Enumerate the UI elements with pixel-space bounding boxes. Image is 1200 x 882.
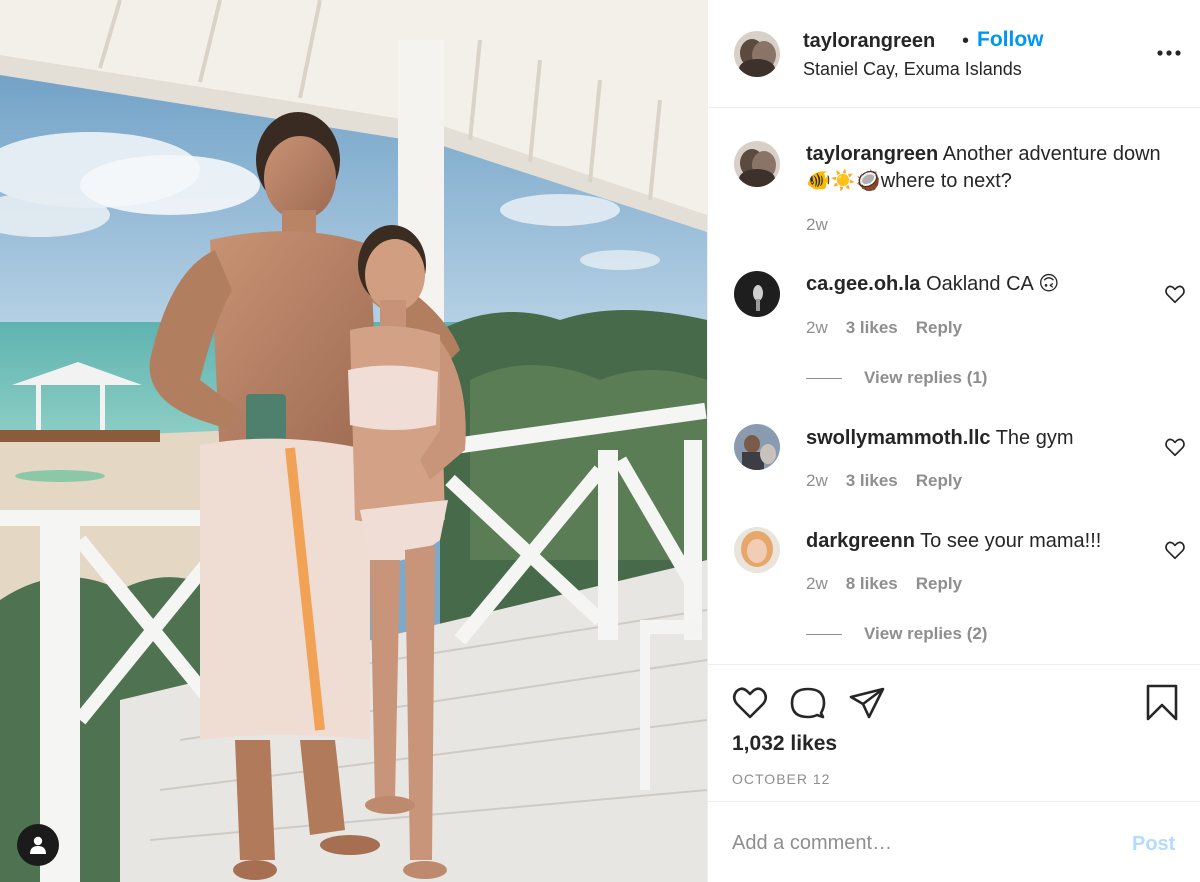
- comment-like-icon[interactable]: [1164, 283, 1186, 305]
- comment-username[interactable]: swollymammoth.llc: [806, 427, 991, 449]
- paper-plane-icon[interactable]: [847, 683, 887, 723]
- view-replies-button[interactable]: View replies (2): [806, 624, 987, 644]
- divider-line: [806, 377, 842, 379]
- bookmark-icon[interactable]: [1142, 683, 1182, 723]
- avatar[interactable]: [734, 141, 780, 187]
- avatar[interactable]: [734, 527, 780, 573]
- comment-username[interactable]: darkgreenn: [806, 530, 915, 552]
- comment-meta: 2w 3 likes Reply: [806, 471, 962, 491]
- reply-button[interactable]: Reply: [916, 318, 962, 338]
- post-photo[interactable]: [0, 0, 707, 882]
- heart-icon[interactable]: [730, 683, 770, 723]
- reply-button[interactable]: Reply: [916, 574, 962, 594]
- comment-bubble-icon[interactable]: [788, 683, 828, 723]
- post-header: taylorangreen • Follow Staniel Cay, Exum…: [708, 0, 1200, 108]
- post-actions: 1,032 likes OCTOBER 12: [708, 664, 1200, 802]
- post-side-panel: taylorangreen • Follow Staniel Cay, Exum…: [707, 0, 1200, 882]
- post-author-username[interactable]: taylorangreen: [803, 30, 935, 53]
- separator-dot: •: [962, 30, 970, 52]
- comment-likes[interactable]: 8 likes: [846, 574, 898, 594]
- comments-section[interactable]: taylorangreen Another adventure down🐠☀️🥥…: [708, 108, 1200, 664]
- comment-like-icon[interactable]: [1164, 436, 1186, 458]
- avatar[interactable]: [734, 271, 780, 317]
- comment-meta: 2w 8 likes Reply: [806, 574, 962, 594]
- comment-meta: 2w 3 likes Reply: [806, 318, 962, 338]
- view-replies-label: View replies (2): [864, 624, 988, 643]
- comment-text: The gym: [995, 427, 1074, 449]
- caption-age[interactable]: 2w: [806, 215, 828, 235]
- comment-age[interactable]: 2w: [806, 318, 828, 338]
- avatar-image: [734, 271, 780, 317]
- avatar-image: [734, 424, 780, 470]
- caption-meta: 2w: [806, 215, 828, 235]
- comment-text: Oakland CA 🙃: [926, 273, 1060, 295]
- more-horizontal-icon: [1157, 50, 1181, 56]
- reply-button[interactable]: Reply: [916, 471, 962, 491]
- avatar[interactable]: [734, 424, 780, 470]
- comment: ca.gee.oh.la Oakland CA 🙃: [806, 271, 1166, 298]
- divider-line: [806, 633, 842, 635]
- comment-age[interactable]: 2w: [806, 471, 828, 491]
- comment: darkgreenn To see your mama!!!: [806, 528, 1166, 555]
- view-replies-button[interactable]: View replies (1): [806, 368, 987, 388]
- person-icon: [30, 836, 46, 854]
- caption-username[interactable]: taylorangreen: [806, 143, 938, 165]
- comment-age[interactable]: 2w: [806, 574, 828, 594]
- avatar-image: [734, 141, 780, 187]
- avatar[interactable]: [734, 31, 780, 77]
- more-options-button[interactable]: [1152, 36, 1186, 70]
- post-location[interactable]: Staniel Cay, Exuma Islands: [803, 59, 1022, 80]
- add-comment-bar: Post: [708, 802, 1200, 882]
- likes-count[interactable]: 1,032 likes: [732, 732, 837, 756]
- comment-like-icon[interactable]: [1164, 539, 1186, 561]
- comment-username[interactable]: ca.gee.oh.la: [806, 273, 921, 295]
- caption: taylorangreen Another adventure down🐠☀️🥥…: [806, 141, 1166, 195]
- avatar-image: [734, 31, 780, 77]
- follow-button[interactable]: Follow: [977, 28, 1044, 52]
- beach-porch-photo: [0, 0, 707, 882]
- view-replies-label: View replies (1): [864, 368, 988, 387]
- tagged-users-button[interactable]: [17, 824, 59, 866]
- post-comment-button[interactable]: Post: [1132, 833, 1175, 856]
- post-date[interactable]: OCTOBER 12: [732, 771, 830, 787]
- comment-likes[interactable]: 3 likes: [846, 471, 898, 491]
- comment-likes[interactable]: 3 likes: [846, 318, 898, 338]
- comment-input[interactable]: [732, 826, 1092, 860]
- avatar-image: [734, 527, 780, 573]
- comment: swollymammoth.llc The gym: [806, 425, 1166, 452]
- comment-text: To see your mama!!!: [920, 530, 1102, 552]
